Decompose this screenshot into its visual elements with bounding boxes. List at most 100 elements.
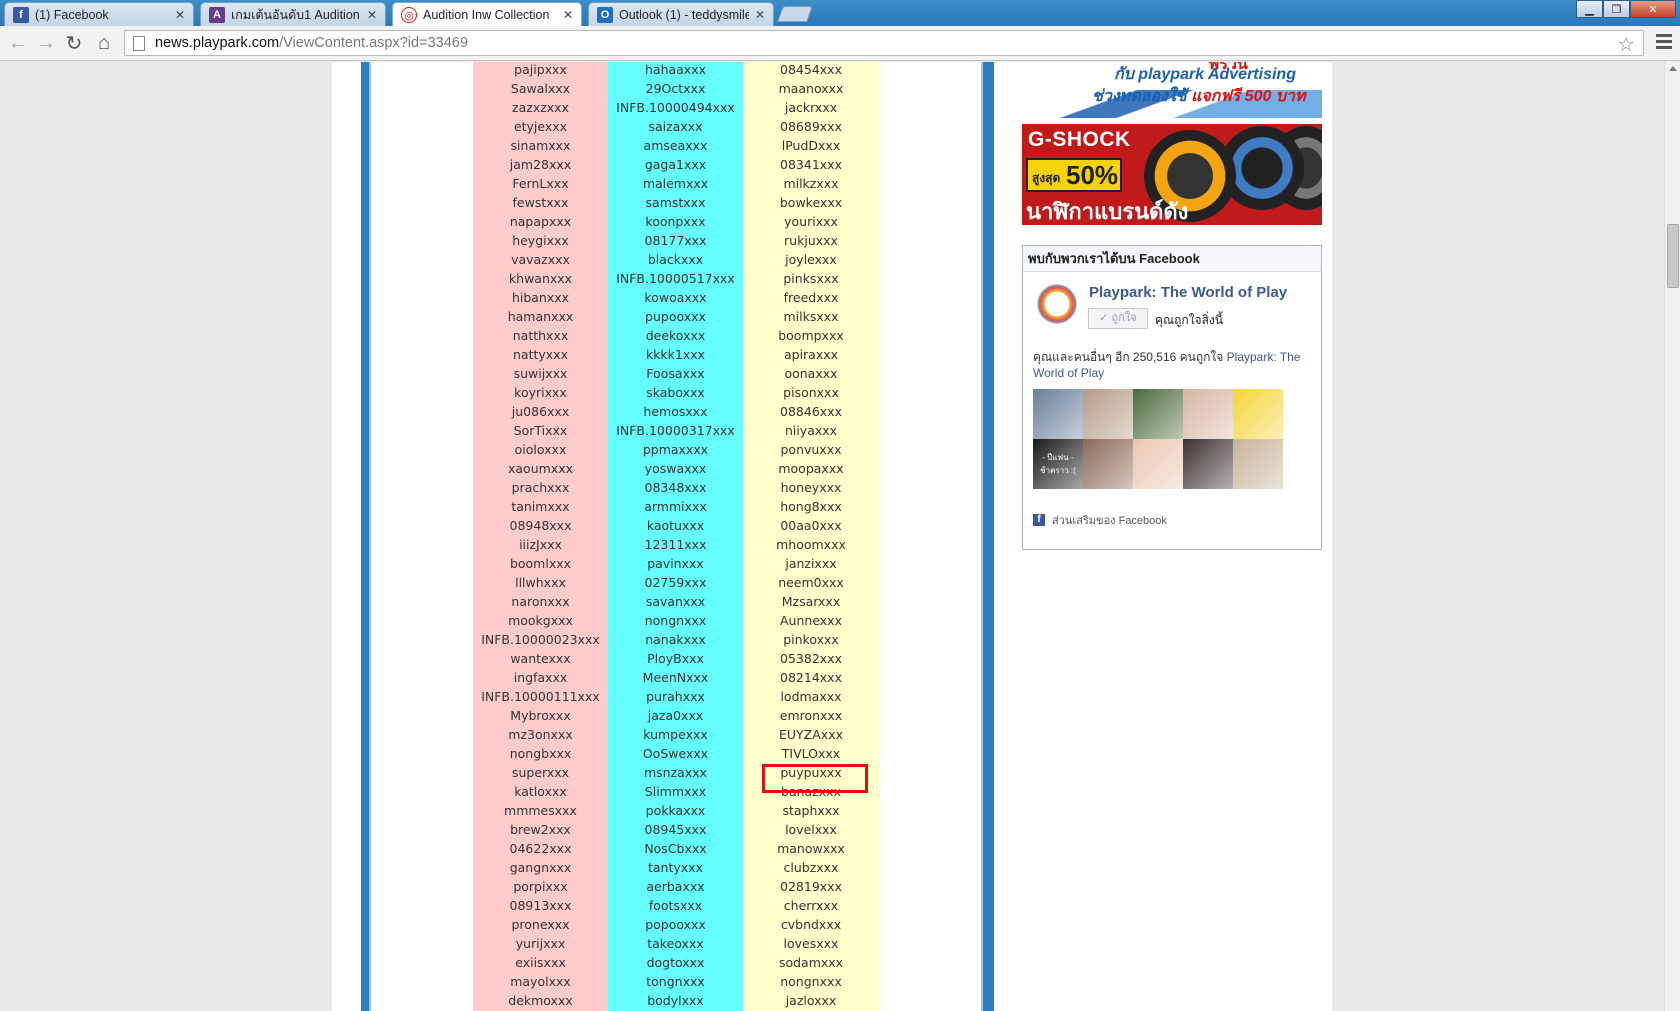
fan-avatar[interactable] xyxy=(1033,389,1083,439)
fan-avatar[interactable] xyxy=(1133,439,1183,489)
tab-audition-inw-collection[interactable]: ◎ Audition Inw Collection ✕ xyxy=(392,2,582,27)
facebook-page-name[interactable]: Playpark: The World of Play xyxy=(1089,284,1287,301)
username-cell: lovesxxx xyxy=(783,936,839,951)
username-cell: SorTixxx xyxy=(513,423,568,438)
username-cell: 00aa0xxx xyxy=(780,518,842,533)
banner-line2-highlight: แจกฟรี 500 บาท xyxy=(1190,88,1306,105)
username-cell: dogtoxxx xyxy=(646,955,705,970)
scrollbar-thumb[interactable] xyxy=(1667,224,1679,288)
fan-avatar[interactable] xyxy=(1083,439,1133,489)
content-frame-right xyxy=(983,62,994,1011)
discount-badge-value: 50% xyxy=(1066,160,1119,190)
outlook-icon: O xyxy=(597,6,613,23)
username-cell: brew2xxx xyxy=(510,822,571,837)
menu-icon[interactable] xyxy=(1656,34,1672,52)
tab-audition-se[interactable]: A เกมเต้นอันดับ1 Audition Se ✕ xyxy=(200,2,386,26)
page-scrollbar[interactable] xyxy=(1664,62,1680,1011)
scroll-up-arrow-icon[interactable] xyxy=(1669,66,1677,71)
minimize-button[interactable]: ▁ xyxy=(1576,0,1603,18)
fan-avatar[interactable] xyxy=(1083,389,1133,439)
like-count-prefix: คุณและคนอื่นๆ อีก 250,516 คนถูกใจ xyxy=(1033,350,1227,364)
like-button[interactable]: ✓ ถูกใจ xyxy=(1088,308,1148,329)
fan-avatar[interactable] xyxy=(1233,439,1283,489)
fan-avatar[interactable] xyxy=(1183,439,1233,489)
username-cell: cvbndxxx xyxy=(780,917,842,932)
username-cell: boomlxxx xyxy=(509,556,572,571)
maximize-button[interactable]: ❐ xyxy=(1603,0,1630,18)
username-cell: Mzsarxxx xyxy=(781,594,841,609)
tab-title: Outlook (1) - teddysmile4 xyxy=(619,7,749,22)
url-path: /ViewContent.aspx?id=33469 xyxy=(279,35,468,51)
username-cell: MeenNxxx xyxy=(642,670,709,685)
bookmark-star-icon[interactable]: ☆ xyxy=(1617,32,1635,57)
close-window-button[interactable]: ✕ xyxy=(1630,0,1676,18)
fan-avatar[interactable] xyxy=(1133,389,1183,439)
username-cell: dekmoxxx xyxy=(508,993,573,1008)
username-cell: 08689xxx xyxy=(780,119,842,134)
username-cell: yurijxxx xyxy=(515,936,566,951)
content-frame-left xyxy=(361,62,369,1011)
username-cell: tongnxxx xyxy=(646,974,705,989)
page-icon xyxy=(133,35,145,51)
username-cell: 08846xxx xyxy=(780,404,842,419)
close-icon[interactable]: ✕ xyxy=(367,8,377,22)
username-cell: emronxxx xyxy=(779,708,843,723)
address-bar[interactable]: news.playpark.com/ViewContent.aspx?id=33… xyxy=(124,30,1644,56)
username-cell: 12311xxx xyxy=(644,537,707,552)
username-cell: takeoxxx xyxy=(647,936,704,951)
username-cell: PloyBxxx xyxy=(647,651,704,666)
username-cell: lPudDxxx xyxy=(781,138,841,153)
username-cell: saizaxxx xyxy=(648,119,703,134)
fan-avatar[interactable] xyxy=(1233,389,1283,439)
facebook-like-box: พบกับพวกเราได้บน Facebook Playpark: The … xyxy=(1022,245,1322,550)
new-tab-button[interactable] xyxy=(777,6,813,22)
tab-facebook[interactable]: f (1) Facebook ✕ xyxy=(4,2,194,26)
playpark-icon: ◎ xyxy=(401,7,417,23)
username-column-3: 08454xxx maanoxxx jackrxxx 08689xxx lPudDxxx… xyxy=(743,62,879,1011)
tab-title: เกมเต้นอันดับ1 Audition Se xyxy=(231,7,361,22)
fan-avatar[interactable] xyxy=(1183,389,1233,439)
username-cell: 02819xxx xyxy=(780,879,842,894)
username-cell: 08177xxx xyxy=(644,233,707,248)
username-cell: deekoxxx xyxy=(645,328,706,343)
username-cell: neem0xxx xyxy=(778,575,844,590)
highlight-annotation-box xyxy=(762,764,868,793)
username-cell: malemxxx xyxy=(642,176,709,191)
username-cell: rukjuxxx xyxy=(784,233,838,248)
browser-titlebar: f (1) Facebook ✕ A เกมเต้นอันดับ1 Auditi… xyxy=(0,0,1680,27)
username-cell: FernLxxx xyxy=(512,176,569,191)
tab-outlook[interactable]: O Outlook (1) - teddysmile4 ✕ xyxy=(588,2,774,26)
username-cell: milkzxxx xyxy=(783,176,839,191)
username-cell: suwijxxx xyxy=(513,366,568,381)
home-icon[interactable]: ⌂ xyxy=(92,31,116,55)
username-column-1: pajipxxx Sawalxxx zazxzxxx etyjexxx sinamxxx… xyxy=(473,62,608,1011)
forward-arrow-icon[interactable]: → xyxy=(34,31,58,55)
username-cell: jackrxxx xyxy=(784,100,838,115)
back-arrow-icon[interactable]: ← xyxy=(6,31,30,55)
username-cell: natthxxx xyxy=(512,328,569,343)
username-cell: mhoomxxx xyxy=(776,537,846,552)
username-cell: ponvuxxx xyxy=(780,442,842,457)
username-cell: exiisxxx xyxy=(515,955,566,970)
close-icon[interactable]: ✕ xyxy=(563,8,573,22)
username-cell: 08214xxx xyxy=(780,670,842,685)
fan-avatar[interactable]: - ปีแฟน - ช้าคราว :( xyxy=(1033,439,1083,489)
facebook-widget-header: พบกับพวกเราได้บน Facebook xyxy=(1023,246,1321,272)
username-cell: samstxxx xyxy=(645,195,706,210)
advertising-banner[interactable]: ฟรีวัน กับ playpark Advertising ช่วงทดลอ… xyxy=(1022,62,1322,118)
username-cell: tantyxxx xyxy=(648,860,703,875)
banner-line2: ช่วงทดลองใช้ แจกฟรี 500 บาท xyxy=(1092,84,1306,109)
reload-icon[interactable]: ↻ xyxy=(62,31,86,55)
close-icon[interactable]: ✕ xyxy=(755,8,765,22)
username-cell: pavinxxx xyxy=(647,556,704,571)
playpark-logo[interactable] xyxy=(1037,284,1077,324)
facebook-plugin-label[interactable]: ส่วนเสริมของ Facebook xyxy=(1052,511,1167,529)
username-cell: hahaaxxx xyxy=(644,62,707,77)
username-cell: hamanxxx xyxy=(507,309,574,324)
username-cell: oioloxxx xyxy=(514,442,567,457)
gshock-ad-banner[interactable]: G-SHOCK สูงสุด 50% นาฬิกาแบรนด์ดัง xyxy=(1022,124,1322,225)
username-cell: jam28xxx xyxy=(509,157,572,172)
window-controls: ▁ ❐ ✕ xyxy=(1576,0,1676,18)
close-icon[interactable]: ✕ xyxy=(175,8,185,22)
username-cell: niiyaxxx xyxy=(784,423,838,438)
